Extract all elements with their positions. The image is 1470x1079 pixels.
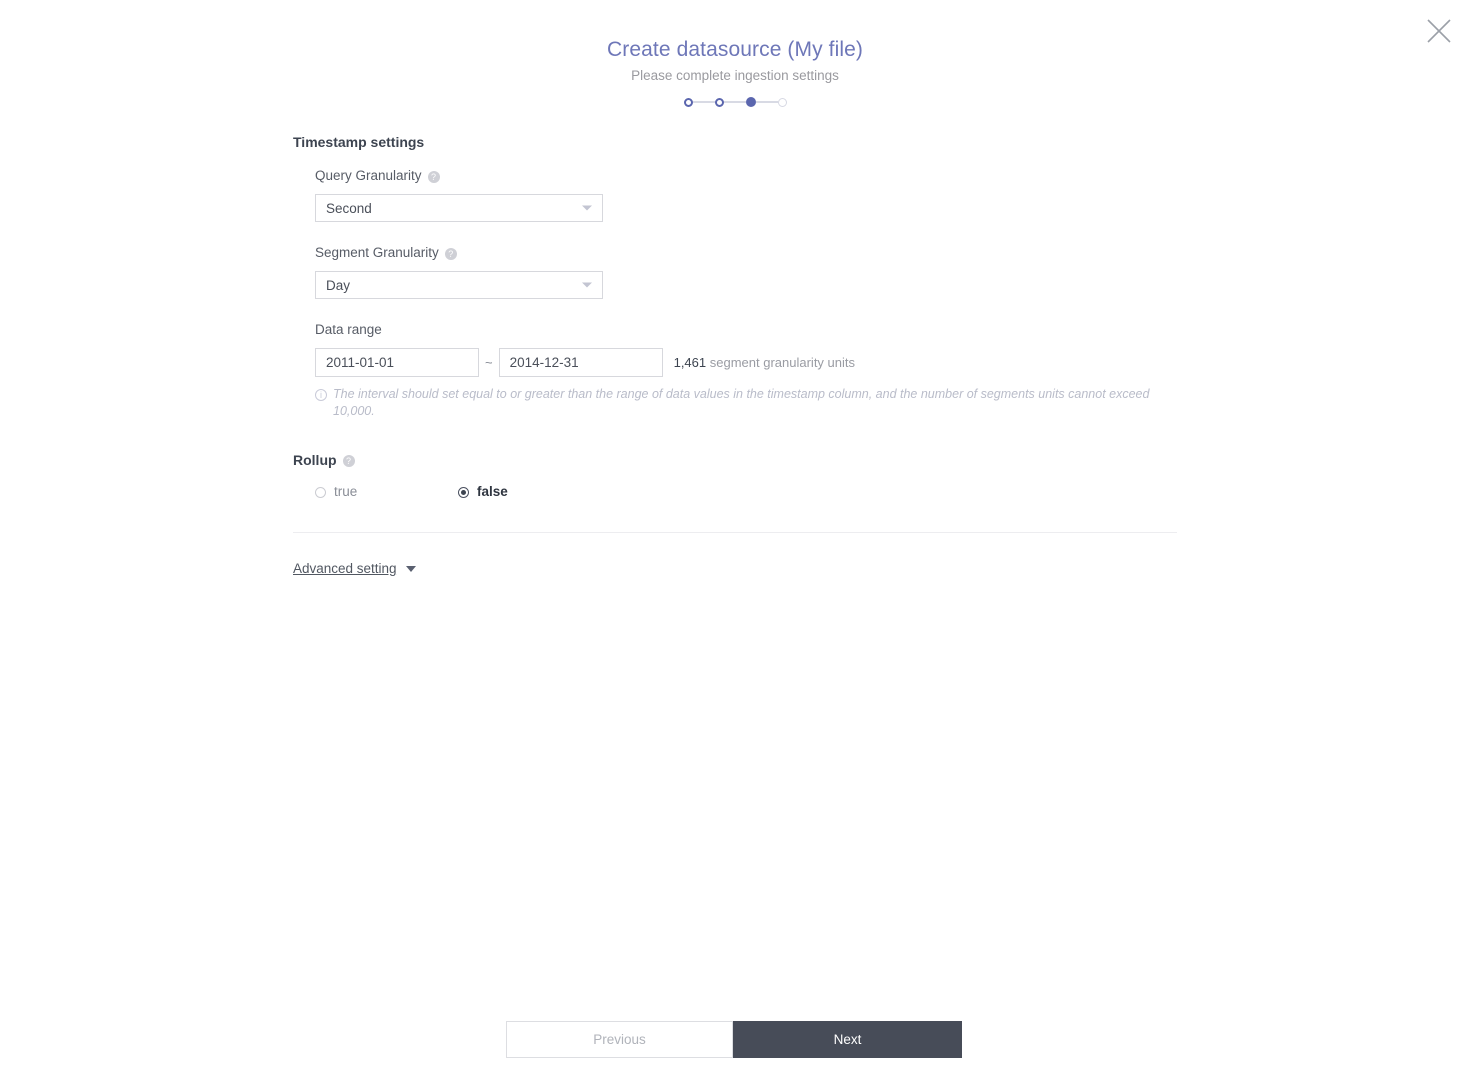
dialog-header: Create datasource (My file) Please compl… [0, 0, 1470, 107]
previous-button[interactable]: Previous [506, 1021, 733, 1058]
step-indicator [0, 97, 1470, 107]
rollup-option-true[interactable]: true [315, 483, 458, 501]
segment-granularity-select[interactable]: Day [315, 271, 603, 299]
section-title-rollup: Rollup [293, 452, 337, 468]
query-granularity-select[interactable]: Second [315, 194, 603, 222]
chevron-down-icon [582, 282, 592, 288]
help-icon-rollup[interactable]: ? [342, 455, 355, 467]
data-range-inputs: ~ 1,461 segment granularity units [315, 348, 1179, 377]
data-range-hint: i The interval should set equal to or gr… [315, 386, 1150, 420]
field-query-granularity: Query Granularity ? Second [315, 166, 1179, 222]
advanced-setting-label: Advanced setting [293, 561, 397, 576]
step-dot-2[interactable] [714, 97, 724, 107]
rollup-radio-group: true false [315, 483, 1179, 501]
field-data-range: Data range ~ 1,461 segment granularity u… [315, 320, 1179, 420]
segment-units-text: segment granularity units [709, 355, 856, 370]
rollup-option-true-label: true [334, 484, 358, 499]
rollup-option-false-label: false [477, 484, 508, 499]
section-divider [293, 532, 1177, 533]
data-range-start-input[interactable] [315, 348, 479, 377]
data-range-end-input[interactable] [498, 348, 663, 377]
data-range-hint-text: The interval should set equal to or grea… [333, 387, 1150, 418]
next-button[interactable]: Next [733, 1021, 962, 1058]
section-rollup: Rollup ? [293, 450, 1179, 470]
segment-units-label: 1,461 segment granularity units [674, 355, 855, 370]
radio-icon-false[interactable] [458, 486, 469, 498]
chevron-down-icon [405, 565, 416, 572]
segment-granularity-label: Segment Granularity [315, 245, 439, 260]
dialog-subtitle: Please complete ingestion settings [631, 68, 839, 83]
field-segment-granularity: Segment Granularity ? Day [315, 243, 1179, 299]
step-dot-3[interactable] [745, 97, 756, 107]
step-connector-3 [755, 101, 778, 103]
query-granularity-value: Second [326, 200, 372, 216]
create-datasource-dialog: Create datasource (My file) Please compl… [0, 0, 1470, 1079]
step-connector-1 [692, 101, 715, 103]
range-separator: ~ [485, 355, 493, 370]
segment-units-count: 1,461 [673, 355, 707, 370]
chevron-down-icon [582, 205, 592, 211]
dialog-footer: Previous Next [506, 1021, 962, 1058]
rollup-option-false[interactable]: false [458, 483, 508, 501]
step-dot-1[interactable] [683, 97, 693, 107]
advanced-setting-toggle[interactable]: Advanced setting [293, 559, 416, 578]
data-range-label: Data range [315, 322, 382, 337]
radio-icon-true[interactable] [315, 486, 326, 498]
help-icon-query-granularity[interactable]: ? [427, 170, 440, 183]
step-dot-4[interactable] [777, 97, 787, 107]
settings-form: Timestamp settings Query Granularity ? S… [293, 132, 1179, 578]
segment-granularity-value: Day [326, 277, 351, 293]
query-granularity-label: Query Granularity [315, 168, 422, 183]
page-title: Create datasource (My file) [607, 38, 863, 61]
help-icon-segment-granularity[interactable]: ? [444, 247, 457, 260]
section-title-timestamp-settings: Timestamp settings [293, 134, 425, 150]
info-icon: i [315, 389, 327, 401]
step-connector-2 [723, 101, 746, 103]
